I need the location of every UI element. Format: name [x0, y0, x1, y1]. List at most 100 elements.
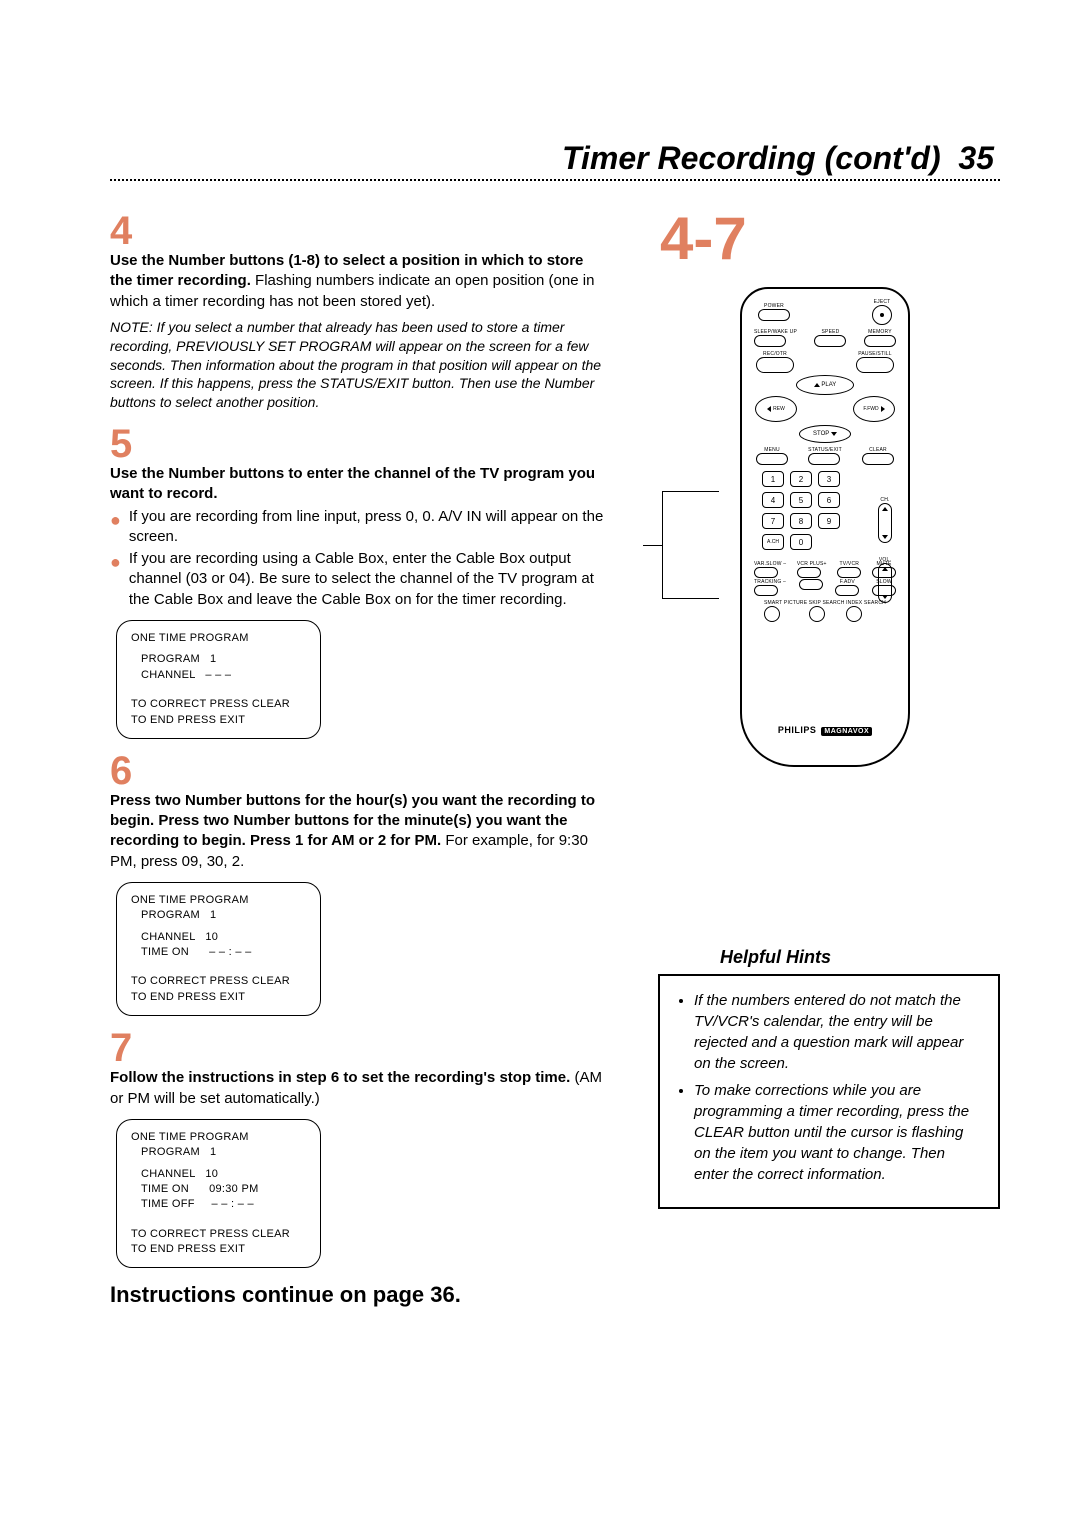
remote-callout-bracket [662, 491, 719, 599]
transport-cluster: PLAY REW F.FWD STOP [755, 375, 895, 443]
smart-label: SMART PICTURE [764, 600, 807, 606]
brand-tag: MAGNAVOX [821, 727, 872, 736]
remote-illustration: POWER EJECT SLEEP/WAKE UP SPEED MEMORY R… [740, 287, 910, 767]
tracking-label: TRACKING – [754, 579, 786, 585]
page-title: Timer Recording (cont'd) 35 [110, 140, 1000, 177]
volume-rocker[interactable] [878, 563, 892, 603]
screen-line: CHANNEL 10 [131, 1167, 306, 1182]
vol-label: VOL. [878, 557, 892, 563]
step-4-text: Use the Number buttons (1-8) to select a… [110, 251, 610, 312]
step-range-number: 4-7 [660, 209, 1000, 269]
step-6-screen: ONE TIME PROGRAM PROGRAM 1 CHANNEL 10 TI… [116, 882, 321, 1016]
num-9-button[interactable]: 9 [818, 513, 840, 529]
hints-title: Helpful Hints [720, 947, 1000, 968]
step-5-bullet-2: ● If you are recording using a Cable Box… [110, 549, 610, 610]
rew-button[interactable]: REW [755, 396, 797, 422]
screen-line: TO END PRESS EXIT [131, 990, 306, 1005]
speed-button[interactable] [814, 335, 846, 347]
num-4-button[interactable]: 4 [762, 492, 784, 508]
screen-line: TO CORRECT PRESS CLEAR [131, 1227, 306, 1242]
num-7-button[interactable]: 7 [762, 513, 784, 529]
brand-text: PHILIPS [778, 725, 817, 735]
num-0-button[interactable]: 0 [790, 534, 812, 550]
dotted-rule [110, 179, 1000, 181]
tvvcr-button[interactable] [837, 567, 861, 578]
hint-1: If the numbers entered do not match the … [694, 990, 982, 1074]
fadv-button[interactable] [835, 585, 859, 596]
status-exit-button[interactable] [808, 453, 840, 465]
step-7-text: Follow the instructions in step 6 to set… [110, 1068, 610, 1109]
ffwd-button[interactable]: F.FWD [853, 396, 895, 422]
ch-label: CH. [878, 497, 892, 503]
tracking-minus-button[interactable] [754, 585, 778, 596]
step-5-bullet-1-text: If you are recording from line input, pr… [129, 507, 610, 548]
index-search-button[interactable] [846, 606, 862, 622]
step-6-text: Press two Number buttons for the hour(s)… [110, 791, 610, 872]
num-1-button[interactable]: 1 [762, 471, 784, 487]
memory-button[interactable] [864, 335, 896, 347]
step-5-bullet-1: ● If you are recording from line input, … [110, 507, 610, 548]
step-4-number: 4 [110, 213, 610, 249]
screen-line: TIME OFF – – : – – [131, 1197, 306, 1212]
status-label: STATUS/EXIT [808, 447, 842, 453]
smart-picture-button[interactable] [764, 606, 780, 622]
screen-line: ONE TIME PROGRAM [131, 631, 306, 646]
ach-button[interactable]: A.CH [762, 534, 784, 550]
skip-search-button[interactable] [809, 606, 825, 622]
menu-button[interactable] [756, 453, 788, 465]
recotr-label: REC/OTR [756, 351, 794, 357]
remote-brand: PHILIPS MAGNAVOX [742, 725, 908, 735]
step-4-note: NOTE: If you select a number that alread… [110, 318, 610, 412]
memory-label: MEMORY [864, 329, 896, 335]
varslow-label: VAR.SLOW – [754, 561, 786, 567]
power-button[interactable] [758, 309, 790, 321]
step-5-bold: Use the Number buttons to enter the chan… [110, 464, 610, 505]
eject-label: EJECT [872, 299, 892, 305]
channel-rocker[interactable] [878, 503, 892, 543]
number-pad: 1 2 3 4 5 6 7 8 9 [762, 471, 844, 555]
bullet-icon: ● [110, 553, 121, 610]
eject-button[interactable] [872, 305, 892, 325]
hint-2: To make corrections while you are progra… [694, 1080, 982, 1185]
step-7-screen: ONE TIME PROGRAM PROGRAM 1 CHANNEL 10 TI… [116, 1119, 321, 1269]
skip-label: SKIP SEARCH [809, 600, 845, 606]
num-8-button[interactable]: 8 [790, 513, 812, 529]
screen-line: TO CORRECT PRESS CLEAR [131, 697, 306, 712]
step-6-number: 6 [110, 753, 610, 789]
varslow-minus-button[interactable] [754, 567, 778, 578]
screen-line: TO END PRESS EXIT [131, 713, 306, 728]
vcrplus-label: VCR PLUS+ [797, 561, 827, 567]
stop-button[interactable]: STOP [799, 425, 851, 443]
continue-text: Instructions continue on page 36. [110, 1282, 610, 1308]
num-6-button[interactable]: 6 [818, 492, 840, 508]
num-3-button[interactable]: 3 [818, 471, 840, 487]
step-7-bold: Follow the instructions in step 6 to set… [110, 1069, 570, 1086]
tvvcr-label: TV/VCR [837, 561, 861, 567]
recotr-button[interactable] [756, 357, 794, 373]
tracking-plus-button[interactable] [799, 579, 823, 590]
step-5-number: 5 [110, 426, 610, 462]
screen-line: PROGRAM 1 [131, 1145, 306, 1160]
page-number: 35 [958, 140, 994, 176]
clear-button[interactable] [862, 453, 894, 465]
pausestill-button[interactable] [856, 357, 894, 373]
step-5-screen: ONE TIME PROGRAM PROGRAM 1 CHANNEL – – –… [116, 620, 321, 739]
helpful-hints-box: If the numbers entered do not match the … [658, 974, 1000, 1209]
step-5-bullet-2-text: If you are recording using a Cable Box, … [129, 549, 610, 610]
pausestill-label: PAUSE/STILL [856, 351, 894, 357]
screen-line: PROGRAM 1 [131, 908, 306, 923]
sleep-label: SLEEP/WAKE UP [754, 329, 797, 335]
screen-line: CHANNEL 10 [131, 930, 306, 945]
screen-line: TIME ON – – : – – [131, 945, 306, 960]
sleep-button[interactable] [754, 335, 786, 347]
screen-line: ONE TIME PROGRAM [131, 1130, 306, 1145]
step-7-number: 7 [110, 1030, 610, 1066]
play-button[interactable]: PLAY [796, 375, 854, 395]
screen-line: CHANNEL – – – [131, 668, 306, 683]
bullet-icon: ● [110, 511, 121, 548]
num-5-button[interactable]: 5 [790, 492, 812, 508]
vcrplus-button[interactable] [797, 567, 821, 578]
num-2-button[interactable]: 2 [790, 471, 812, 487]
title-text: Timer Recording (cont'd) [562, 140, 941, 176]
screen-line: TO CORRECT PRESS CLEAR [131, 974, 306, 989]
